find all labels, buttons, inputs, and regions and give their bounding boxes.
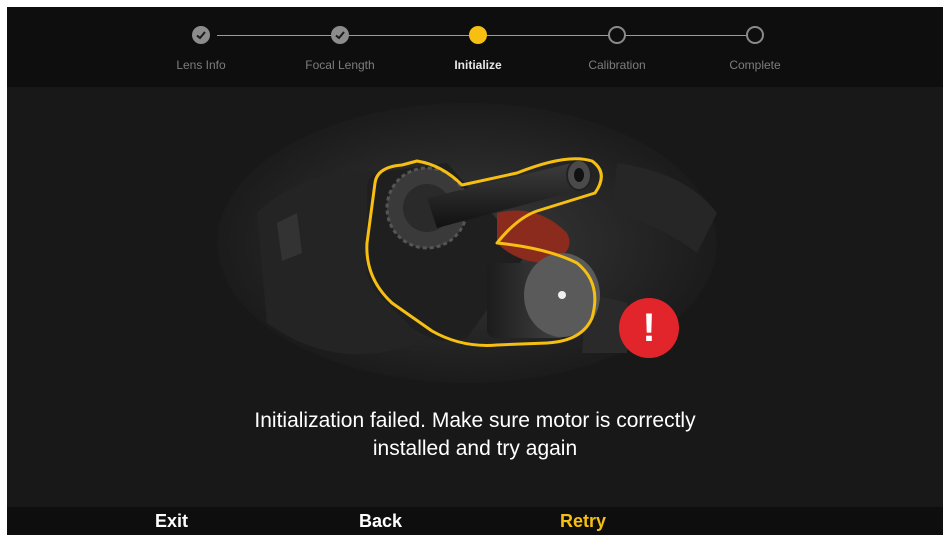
check-icon (331, 26, 349, 44)
pending-step-dot (746, 26, 764, 44)
retry-button[interactable]: Retry (560, 507, 606, 535)
step-label: Initialize (454, 58, 502, 72)
check-icon (192, 26, 210, 44)
step-lens-info: Lens Info (131, 7, 271, 87)
step-initialize: Initialize (408, 7, 548, 87)
step-calibration: Calibration (547, 7, 687, 87)
step-complete: Complete (685, 7, 825, 87)
progress-stepper: Lens Info Focal Length Initialize Calibr… (7, 7, 943, 87)
error-message: Initialization failed. Make sure motor i… (137, 407, 813, 463)
pending-step-dot (608, 26, 626, 44)
step-label: Focal Length (305, 58, 375, 72)
back-button[interactable]: Back (359, 507, 402, 535)
error-message-line-1: Initialization failed. Make sure motor i… (254, 409, 696, 432)
exit-button[interactable]: Exit (155, 507, 188, 535)
motor-center-dot (558, 291, 566, 299)
error-message-line-2: installed and try again (372, 437, 578, 460)
active-step-dot (469, 26, 487, 44)
bottom-action-bar: Exit Back Retry (7, 507, 943, 535)
step-label: Calibration (588, 58, 646, 72)
error-alert-icon: ! (619, 298, 679, 358)
shaft-hole (574, 168, 584, 182)
step-focal-length: Focal Length (270, 7, 410, 87)
step-label: Complete (729, 58, 781, 72)
calibration-screen: Lens Info Focal Length Initialize Calibr… (7, 7, 943, 535)
step-label: Lens Info (176, 58, 226, 72)
